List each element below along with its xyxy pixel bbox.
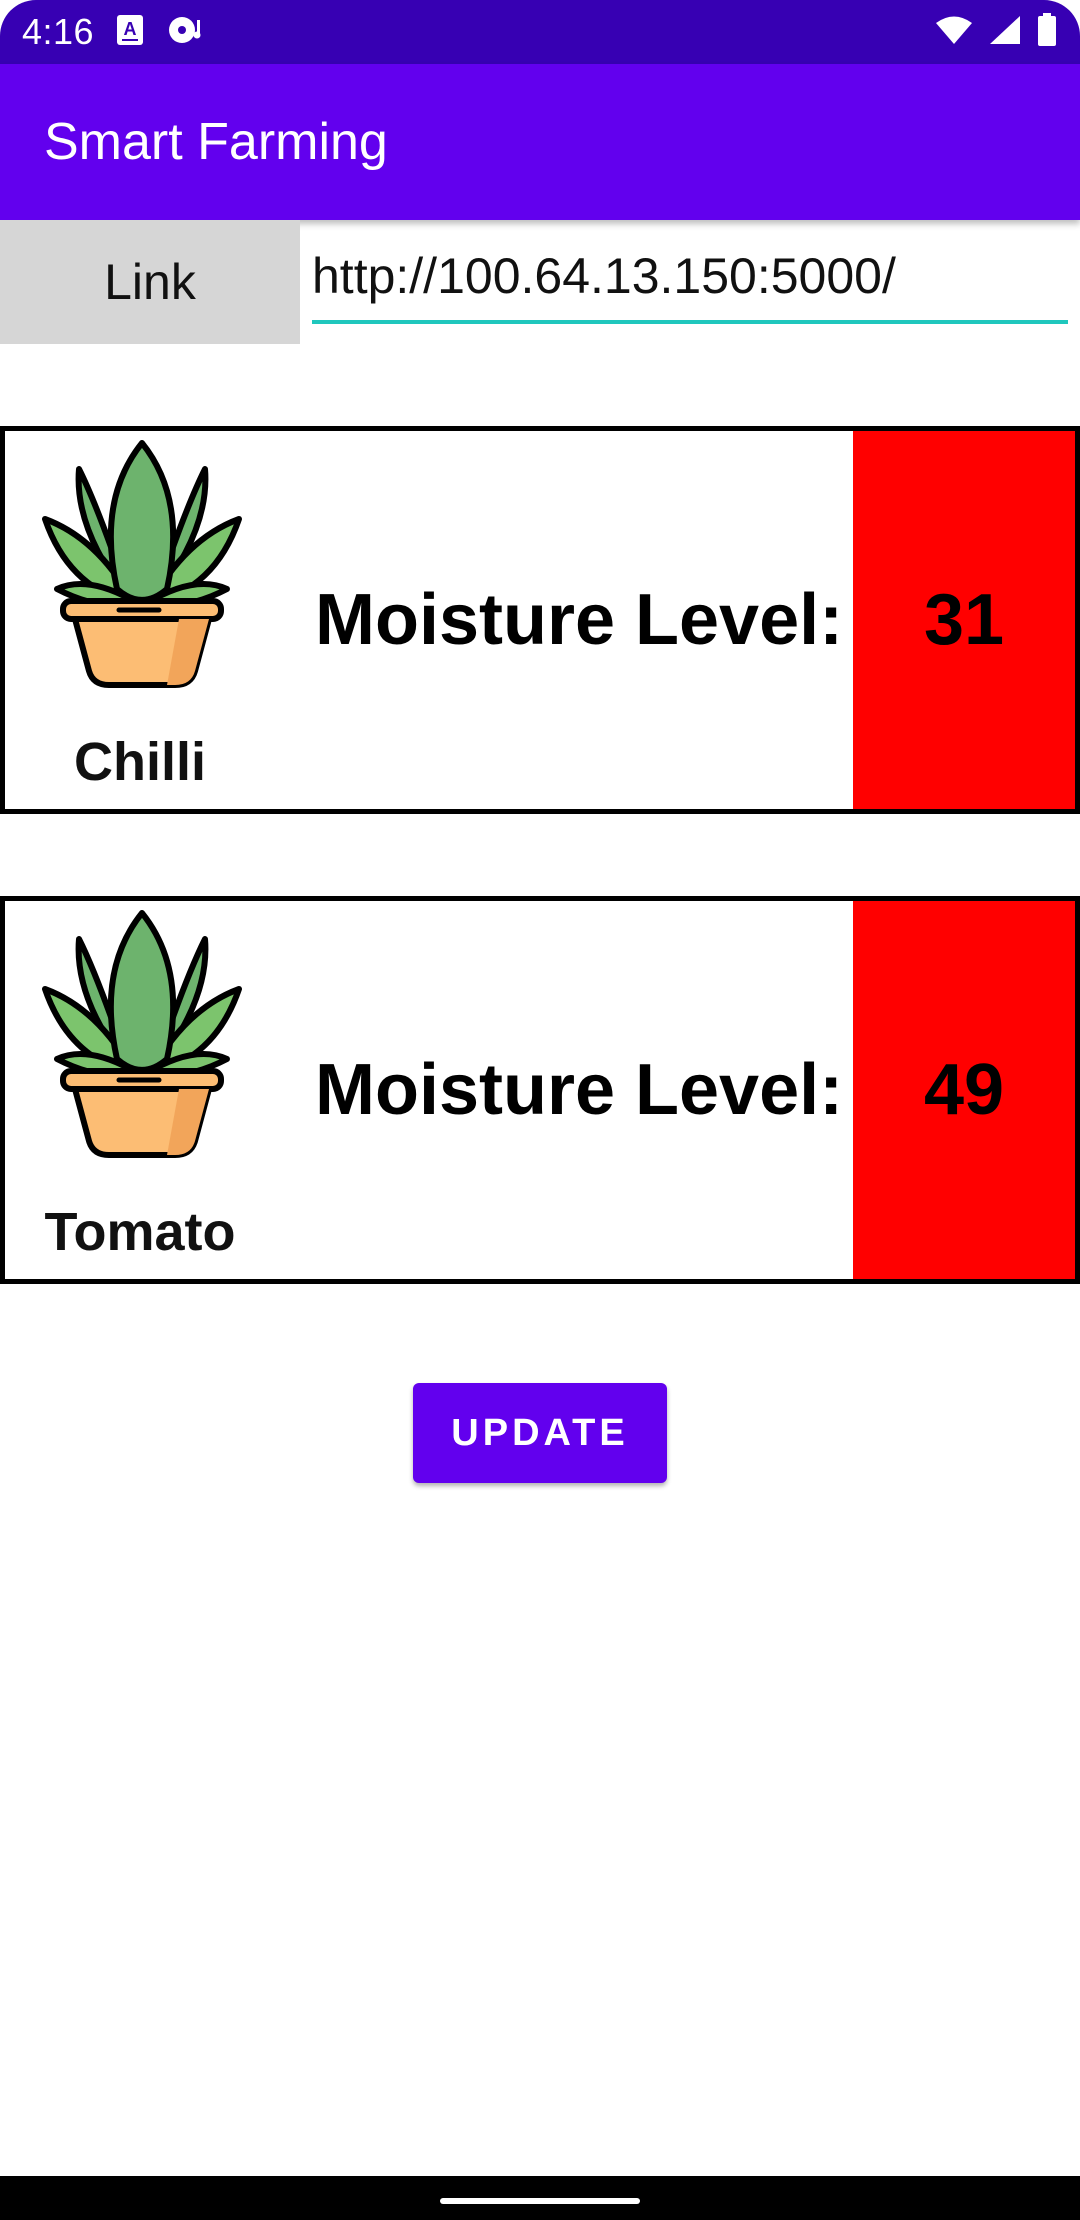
moisture-level-label: Moisture Level: bbox=[315, 580, 844, 660]
media-disc-icon bbox=[166, 14, 206, 51]
cell-signal-icon bbox=[988, 14, 1022, 51]
moisture-value: 49 bbox=[853, 901, 1075, 1279]
keyboard-a-icon: A bbox=[116, 14, 144, 51]
battery-icon bbox=[1036, 12, 1058, 52]
moisture-value: 31 bbox=[853, 431, 1075, 809]
moisture-level-label: Moisture Level: bbox=[315, 1050, 844, 1130]
potted-plant-icon bbox=[39, 909, 245, 1159]
status-bar: 4:16 A bbox=[0, 0, 1080, 64]
update-button[interactable]: UPDATE bbox=[413, 1383, 667, 1483]
plant-name: Chilli bbox=[74, 732, 206, 792]
svg-text:A: A bbox=[124, 19, 137, 39]
potted-plant-icon bbox=[39, 439, 245, 689]
navigation-bar bbox=[0, 2176, 1080, 2220]
app-screen: 4:16 A Smart Farming Link http://100.64.… bbox=[0, 0, 1080, 2220]
status-time: 4:16 bbox=[22, 11, 95, 52]
app-bar: Smart Farming bbox=[0, 64, 1080, 220]
status-right bbox=[934, 12, 1058, 52]
home-gesture-handle[interactable] bbox=[440, 2198, 640, 2204]
app-title: Smart Farming bbox=[44, 113, 388, 171]
link-label: Link bbox=[0, 220, 300, 344]
link-url-input[interactable] bbox=[312, 244, 1068, 324]
plant-card-chilli: Chilli Moisture Level: 31 bbox=[0, 426, 1080, 814]
status-left: 4:16 A bbox=[22, 11, 206, 53]
wifi-icon bbox=[934, 14, 974, 51]
plant-card-tomato: Tomato Moisture Level: 49 bbox=[0, 896, 1080, 1284]
plant-name: Tomato bbox=[44, 1202, 236, 1262]
